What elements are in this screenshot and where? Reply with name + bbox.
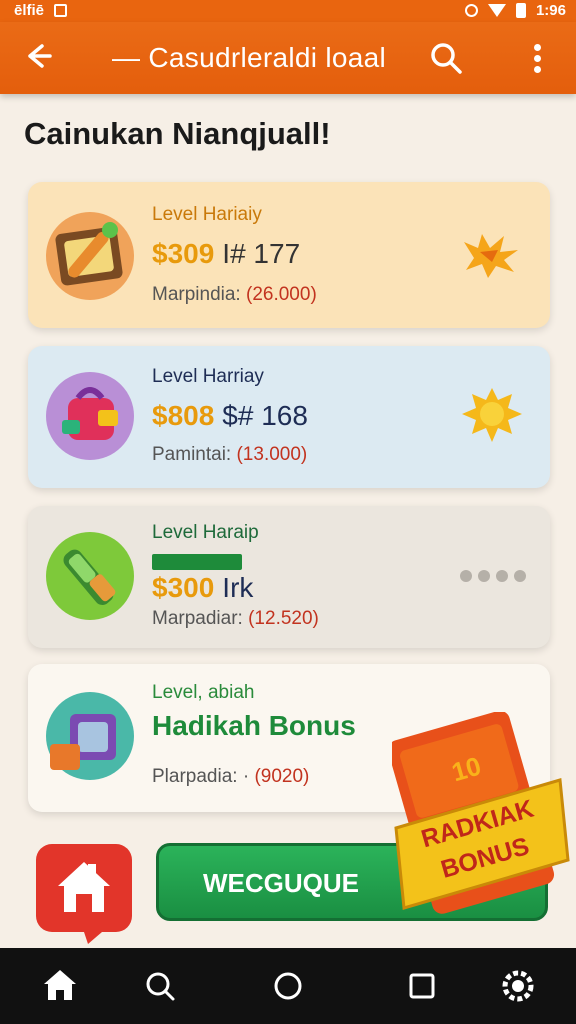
level-label: Level, abiah xyxy=(152,682,255,703)
sub-value: (13.000) xyxy=(236,444,308,465)
square-icon[interactable] xyxy=(402,966,442,1006)
sub-label: Pamintai: xyxy=(152,444,232,465)
sub-value: (26.000) xyxy=(246,284,317,305)
alarm-icon xyxy=(464,4,478,17)
cta-label: WECGUQUE xyxy=(203,868,359,898)
app-bar: — Casudrleraldi loaal xyxy=(0,22,576,94)
level-label: Level Haraip xyxy=(152,522,259,543)
dots-icon[interactable] xyxy=(458,568,528,584)
page-heading: Cainukan Nianqjuall! xyxy=(24,116,331,151)
sub-value: (12.520) xyxy=(248,608,319,629)
home-icon[interactable] xyxy=(40,966,80,1006)
level-card-2[interactable]: Level Harriay $808 $# 168 Pamintai: (13.0… xyxy=(28,346,550,488)
price-extra: Irk xyxy=(222,572,254,603)
sparkle-burst-icon xyxy=(458,230,522,280)
price-extra: I# 177 xyxy=(222,238,301,269)
sub-label: Marpadiar: xyxy=(152,608,243,629)
bottom-nav xyxy=(0,948,576,1024)
sub-value: (9020) xyxy=(254,766,310,787)
status-bar: ēlfiē 1:96 xyxy=(0,0,576,22)
status-text: ēlfiē xyxy=(14,2,45,19)
bonus-tag[interactable]: 10 RADKIAK BONUS xyxy=(388,710,572,932)
sub-label: Plarpadia: · xyxy=(152,766,250,787)
price-value: $300 xyxy=(152,572,215,603)
more-options-icon[interactable] xyxy=(520,40,556,76)
app-title: — Casudrleraldi loaal xyxy=(112,42,386,73)
sub-info: Marpadiar: (12.520) xyxy=(152,608,319,630)
price-value: $309 xyxy=(152,238,215,269)
settings-icon[interactable] xyxy=(498,966,538,1006)
notification-icon xyxy=(54,4,68,17)
pencil-tool-icon xyxy=(42,528,138,624)
bonus-title: Hadikah Bonus xyxy=(152,710,356,741)
price-extra: $# 168 xyxy=(222,400,308,431)
home-badge[interactable] xyxy=(32,840,136,946)
sub-info: Marpindia: (26.000) xyxy=(152,284,317,306)
price: $300 Irk xyxy=(152,572,253,604)
battery-icon xyxy=(515,3,526,18)
status-badge xyxy=(152,554,242,570)
level-label: Level Hariaiy xyxy=(152,204,262,225)
price: $808 $# 168 xyxy=(152,400,308,432)
search-icon[interactable] xyxy=(426,38,466,78)
search-icon[interactable] xyxy=(140,966,180,1006)
brush-icon xyxy=(42,208,138,304)
status-time: 1:96 xyxy=(535,2,566,19)
back-arrow-icon[interactable] xyxy=(20,38,56,74)
wifi-icon xyxy=(487,4,506,17)
price: $309 I# 177 xyxy=(152,238,300,270)
sub-info: Pamintai: (13.000) xyxy=(152,444,307,466)
sub-label: Marpindia: xyxy=(152,284,241,305)
level-card-1[interactable]: Level Hariaiy $309 I# 177 Marpindia: (26.… xyxy=(28,182,550,328)
level-card-3[interactable]: Level Haraip $300 Irk Marpadiar: (12.520) xyxy=(28,506,550,648)
sun-icon xyxy=(460,386,524,446)
backpack-icon xyxy=(42,368,138,464)
sub-info: Plarpadia: · (9020) xyxy=(152,766,309,788)
gift-box-icon xyxy=(42,688,138,784)
price-value: $808 xyxy=(152,400,215,431)
circle-icon[interactable] xyxy=(268,966,308,1006)
level-label: Level Harriay xyxy=(152,366,264,387)
